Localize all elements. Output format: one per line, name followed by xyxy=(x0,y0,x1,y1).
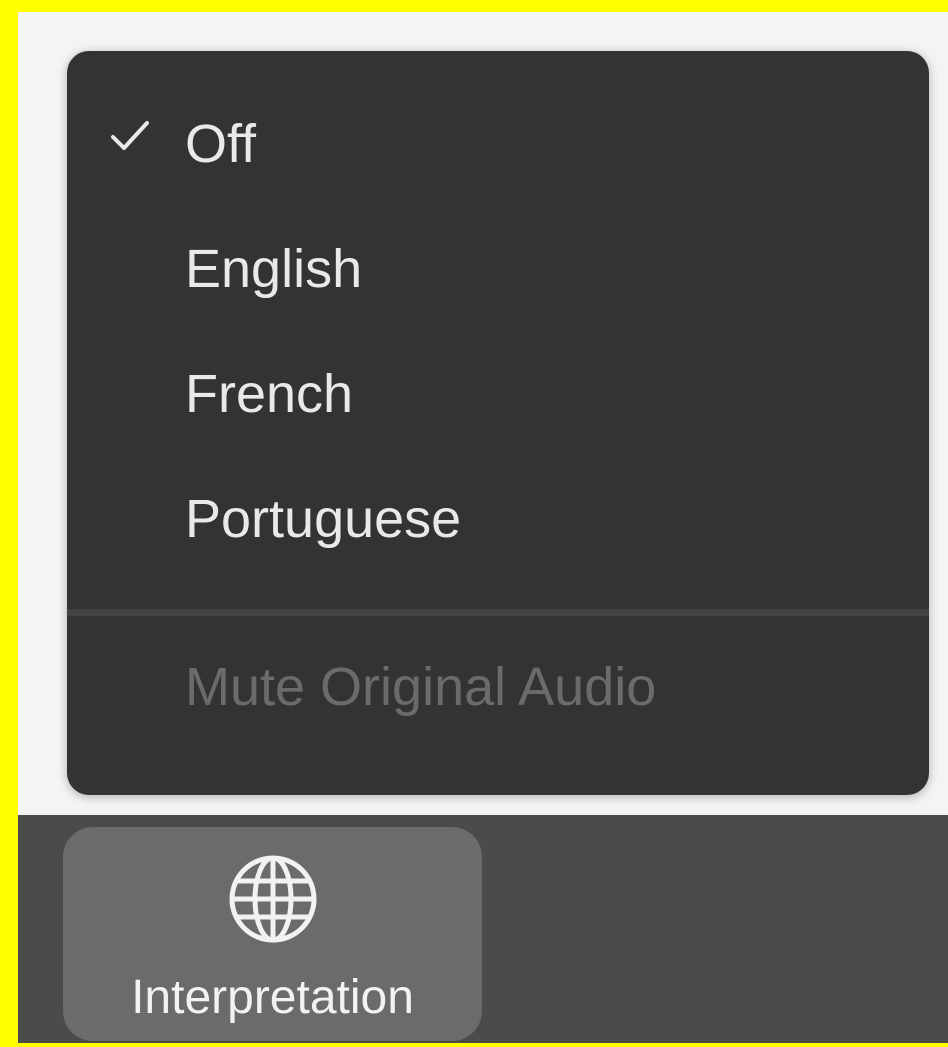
menu-item-off[interactable]: Off xyxy=(67,93,929,201)
menu-item-label-disabled: Mute Original Audio xyxy=(185,657,657,717)
interpretation-label: Interpretation xyxy=(131,971,414,1024)
menu-item-french[interactable]: French xyxy=(67,343,929,451)
meeting-toolbar: Interpretation xyxy=(18,815,948,1043)
menu-item-label: Off xyxy=(185,114,257,174)
globe-icon xyxy=(229,855,317,943)
menu-item-mute-original-audio: Mute Original Audio xyxy=(67,636,929,744)
checkmark-icon xyxy=(111,121,149,150)
interpretation-language-menu: Off English French Portuguese Mute Origi… xyxy=(67,51,929,795)
menu-item-portuguese[interactable]: Portuguese xyxy=(67,468,929,576)
interpretation-button[interactable]: Interpretation xyxy=(63,827,482,1041)
menu-item-label: English xyxy=(185,239,363,299)
menu-item-english[interactable]: English xyxy=(67,218,929,326)
menu-separator xyxy=(67,609,929,616)
menu-item-label: Portuguese xyxy=(185,489,462,549)
screenshot-frame: Off English French Portuguese Mute Origi… xyxy=(18,12,948,1043)
menu-item-label: French xyxy=(185,364,354,424)
